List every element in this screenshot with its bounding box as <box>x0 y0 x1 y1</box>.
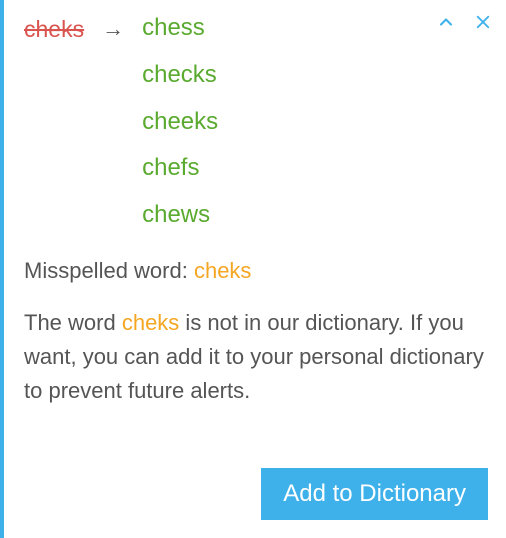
suggestion-item[interactable]: checks <box>142 61 218 90</box>
add-to-dictionary-button[interactable]: Add to Dictionary <box>261 468 488 520</box>
misspelled-label: Misspelled word: <box>24 258 194 283</box>
misspelled-highlight: cheks <box>194 258 251 283</box>
misspelled-line: Misspelled word: cheks <box>24 254 484 288</box>
explanation-text: The word cheks is not in our dictionary.… <box>24 306 484 408</box>
explanation-body: Misspelled word: cheks The word cheks is… <box>4 230 506 408</box>
close-icon[interactable] <box>474 13 492 31</box>
misspelled-word: cheks <box>24 14 84 44</box>
suggestion-item[interactable]: chefs <box>142 154 218 183</box>
panel-footer: Add to Dictionary <box>261 468 488 520</box>
correction-header: cheks → chess checks cheeks chefs chews <box>4 0 506 230</box>
explain-pre: The word <box>24 310 122 335</box>
chevron-up-icon[interactable] <box>436 12 456 32</box>
suggestion-list: chess checks cheeks chefs chews <box>142 14 218 230</box>
explain-word: cheks <box>122 310 179 335</box>
suggestion-item[interactable]: chess <box>142 14 218 43</box>
spellcheck-panel: cheks → chess checks cheeks chefs chews … <box>0 0 506 538</box>
suggestion-item[interactable]: chews <box>142 201 218 230</box>
arrow-icon: → <box>102 14 124 42</box>
suggestion-item[interactable]: cheeks <box>142 108 218 137</box>
panel-actions <box>436 12 492 32</box>
